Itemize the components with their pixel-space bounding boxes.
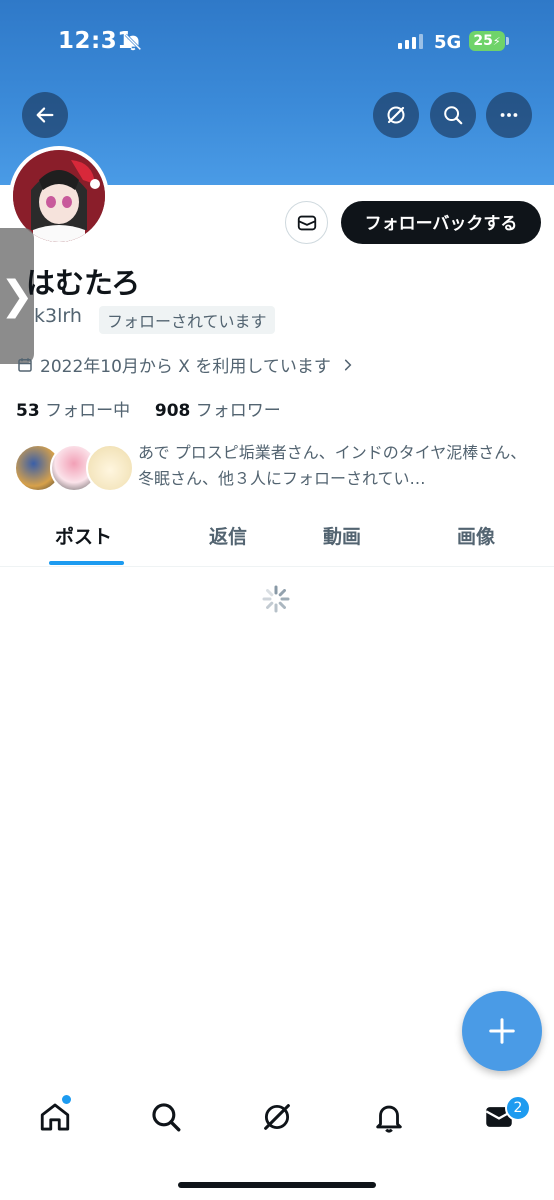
- tab-videos[interactable]: 動画: [323, 522, 361, 549]
- profile-tabs: ポスト 返信 動画 画像: [0, 508, 554, 567]
- back-button[interactable]: [22, 92, 68, 138]
- battery-indicator: 25⚡: [469, 31, 505, 51]
- following-label: フォロー中: [45, 401, 131, 421]
- search-button[interactable]: [430, 92, 476, 138]
- mute-bell-icon: [124, 33, 142, 51]
- grok-icon: [387, 106, 405, 124]
- more-icon: [500, 113, 518, 117]
- cellular-signal-icon: [398, 33, 423, 49]
- follows-you-badge: フォローされています: [99, 306, 275, 334]
- plus-icon: [489, 1018, 515, 1044]
- following-link[interactable]: 53 フォロー中: [16, 401, 130, 421]
- home-notification-dot: [62, 1095, 71, 1104]
- grok-icon[interactable]: [260, 1100, 294, 1134]
- search-icon: [444, 106, 463, 125]
- search-icon[interactable]: [149, 1100, 183, 1134]
- more-button[interactable]: [486, 92, 532, 138]
- home-icon[interactable]: [38, 1100, 72, 1134]
- message-button[interactable]: [285, 201, 328, 244]
- display-name: はむたろ: [26, 266, 141, 300]
- tab-replies[interactable]: 返信: [209, 522, 247, 549]
- messages-badge: 2: [505, 1095, 531, 1121]
- loading-spinner-icon: [262, 585, 290, 613]
- back-arrow-icon: [36, 107, 54, 123]
- charging-bolt-icon: ⚡: [492, 35, 501, 48]
- status-bar: 12:31 5G 25⚡: [0, 0, 554, 80]
- followers-link[interactable]: 908 フォロワー: [155, 401, 281, 421]
- chevron-right-icon[interactable]: [341, 358, 355, 372]
- join-date-text: 2022年10月から X を利用しています: [40, 357, 331, 377]
- home-indicator: [178, 1182, 376, 1188]
- battery-cap: [506, 37, 509, 45]
- avatar: [86, 444, 134, 492]
- mutual-followers-text[interactable]: あで プロスピ垢業者さん、インドのタイヤ泥棒さん、冬眠さん、他３人にフォローされ…: [138, 440, 538, 492]
- compose-button[interactable]: [462, 991, 542, 1071]
- join-date: 2022年10月から X を利用しています: [16, 352, 355, 377]
- bell-icon[interactable]: [372, 1100, 406, 1134]
- username-handle: k3lrh: [34, 305, 82, 327]
- grok-button[interactable]: [373, 92, 419, 138]
- tab-images[interactable]: 画像: [457, 522, 495, 549]
- followers-label: フォロワー: [195, 401, 281, 421]
- followers-count: 908: [154, 401, 191, 421]
- network-type: 5G: [434, 32, 462, 53]
- tab-posts[interactable]: ポスト: [55, 522, 112, 549]
- envelope-icon: [297, 215, 316, 230]
- calendar-icon: [18, 357, 32, 372]
- follow-stats: 53 フォロー中 908 フォロワー: [16, 396, 281, 421]
- active-tab-indicator: [49, 561, 124, 565]
- following-count: 53: [16, 401, 40, 421]
- follow-back-button[interactable]: フォローバックする: [341, 201, 541, 244]
- battery-level: 25: [473, 33, 493, 49]
